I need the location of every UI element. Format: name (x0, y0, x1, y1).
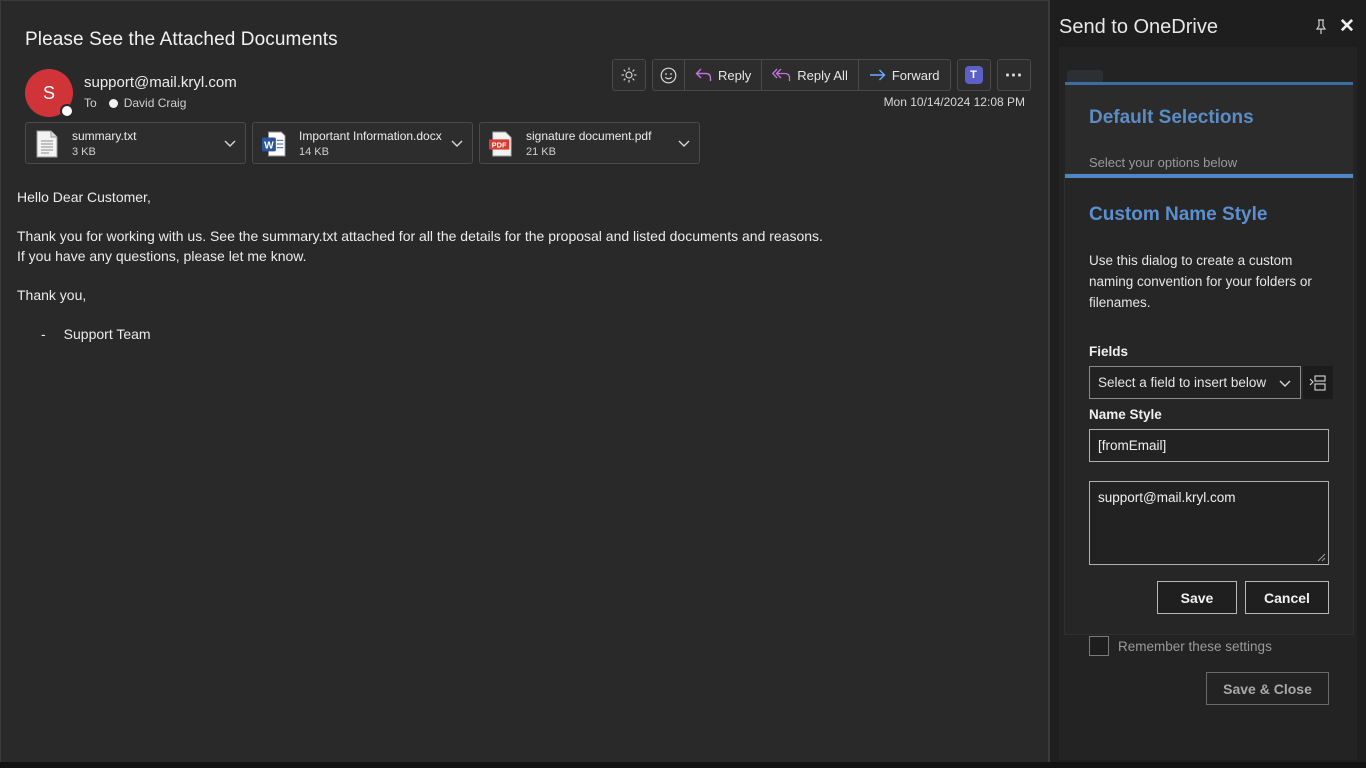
pdf-file-icon: PDF (489, 131, 512, 157)
svg-text:PDF: PDF (492, 141, 507, 150)
more-icon: ⋯ (1004, 64, 1023, 85)
message-body: Hello Dear Customer, Thank you for worki… (17, 188, 823, 344)
to-label: To (84, 96, 97, 110)
reply-all-icon (772, 68, 791, 81)
recipient-line: To David Craig (84, 96, 186, 110)
forward-arrow-icon (869, 69, 886, 81)
body-line: Thank you for working with us. See the s… (17, 228, 823, 244)
name-style-input[interactable]: [fromEmail] (1089, 429, 1329, 462)
attachment-name: summary.txt (72, 129, 137, 143)
teams-button[interactable]: T (958, 60, 990, 90)
custom-name-style-dialog: Custom Name Style Use this dialog to cre… (1065, 174, 1353, 634)
close-icon[interactable]: ✕ (1339, 15, 1355, 38)
recipient-name[interactable]: David Craig (124, 96, 187, 110)
attachment-name: signature document.pdf (526, 129, 652, 143)
chevron-down-icon[interactable] (450, 136, 464, 150)
presence-icon (60, 104, 74, 118)
avatar-initial: S (42, 82, 55, 103)
brightness-group (612, 59, 646, 91)
attachment-size: 21 KB (526, 146, 556, 158)
dialog-description: Use this dialog to create a custom namin… (1089, 253, 1312, 310)
default-selections-title: Default Selections (1089, 107, 1254, 128)
emoji-button[interactable] (653, 60, 685, 90)
received-datetime: Mon 10/14/2024 12:08 PM (883, 95, 1025, 109)
pin-icon[interactable] (1315, 19, 1327, 35)
reply-all-label: Reply All (797, 67, 848, 83)
insert-field-button[interactable] (1303, 366, 1333, 399)
attachment-item[interactable]: summary.txt 3 KB (25, 122, 246, 164)
more-actions-button[interactable]: ⋯ (998, 60, 1030, 90)
recipient-presence-icon (108, 98, 118, 108)
body-line: If you have any questions, please let me… (17, 247, 307, 264)
sender-address[interactable]: support@mail.kryl.com (84, 74, 237, 91)
attachment-list: summary.txt 3 KB W Important Information… (25, 122, 700, 164)
default-selections-dialog: Default Selections Select your options b… (1065, 82, 1353, 179)
save-and-close-button[interactable]: Save & Close (1206, 672, 1329, 705)
remember-settings-checkbox[interactable] (1089, 636, 1109, 656)
message-toolbar: Reply Reply All Forward T ⋯ (612, 59, 1031, 91)
mail-subject: Please See the Attached Documents (25, 29, 338, 50)
reply-all-button[interactable]: Reply All (762, 60, 859, 90)
insert-field-icon (1309, 374, 1326, 391)
reading-pane: Please See the Attached Documents S supp… (0, 0, 1048, 768)
remember-settings-label: Remember these settings (1118, 638, 1272, 654)
sun-icon (621, 67, 637, 83)
more-group: ⋯ (996, 59, 1031, 91)
fields-select[interactable]: Select a field to insert below (1089, 366, 1301, 399)
smiley-icon (660, 67, 677, 83)
reply-icon (695, 68, 712, 81)
resize-grip-icon[interactable] (1317, 553, 1326, 562)
fields-label: Fields (1089, 344, 1129, 359)
signature-dash: - (41, 325, 46, 342)
attachment-size: 14 KB (299, 146, 329, 158)
text-file-icon (36, 130, 58, 158)
reply-label: Reply (718, 67, 752, 83)
signature-text: Support Team (63, 325, 151, 342)
attachment-name: Important Information.docx (299, 129, 442, 143)
reply-button[interactable]: Reply (685, 60, 763, 90)
closing-text: Thank you, (17, 286, 87, 303)
remember-settings: Remember these settings (1089, 636, 1272, 656)
name-style-label: Name Style (1089, 407, 1162, 422)
fields-select-value: Select a field to insert below (1098, 375, 1267, 390)
svg-text:W: W (264, 141, 274, 152)
chevron-down-icon[interactable] (677, 136, 691, 150)
dialog-title: Custom Name Style (1089, 204, 1268, 225)
attachment-item[interactable]: W Important Information.docx 14 KB (252, 122, 473, 164)
onedrive-side-pane: Send to OneDrive ✕ Default Selections Se… (1050, 0, 1366, 768)
forward-label: Forward (891, 67, 940, 83)
brightness-button[interactable] (613, 60, 645, 90)
word-file-icon: W (262, 131, 286, 157)
cancel-button[interactable]: Cancel (1245, 581, 1329, 614)
name-preview-textarea[interactable]: support@mail.kryl.com (1089, 481, 1329, 565)
teams-icon: T (964, 66, 983, 84)
save-button[interactable]: Save (1157, 581, 1237, 614)
chevron-down-icon (1279, 380, 1291, 387)
forward-button[interactable]: Forward (859, 60, 950, 90)
attachment-item[interactable]: PDF signature document.pdf 21 KB (479, 122, 700, 164)
name-preview-value: support@mail.kryl.com (1098, 490, 1236, 505)
attachment-size: 3 KB (72, 146, 96, 158)
status-bar (0, 762, 1366, 768)
greeting-text: Hello Dear Customer, (17, 189, 151, 205)
chevron-down-icon[interactable] (223, 136, 237, 150)
side-pane-title: Send to OneDrive (1059, 16, 1218, 38)
response-group: Reply Reply All Forward (652, 59, 951, 91)
teams-group: T (956, 59, 991, 91)
default-selections-subtitle: Select your options below (1089, 155, 1238, 170)
signature: - Support Team (17, 325, 823, 345)
